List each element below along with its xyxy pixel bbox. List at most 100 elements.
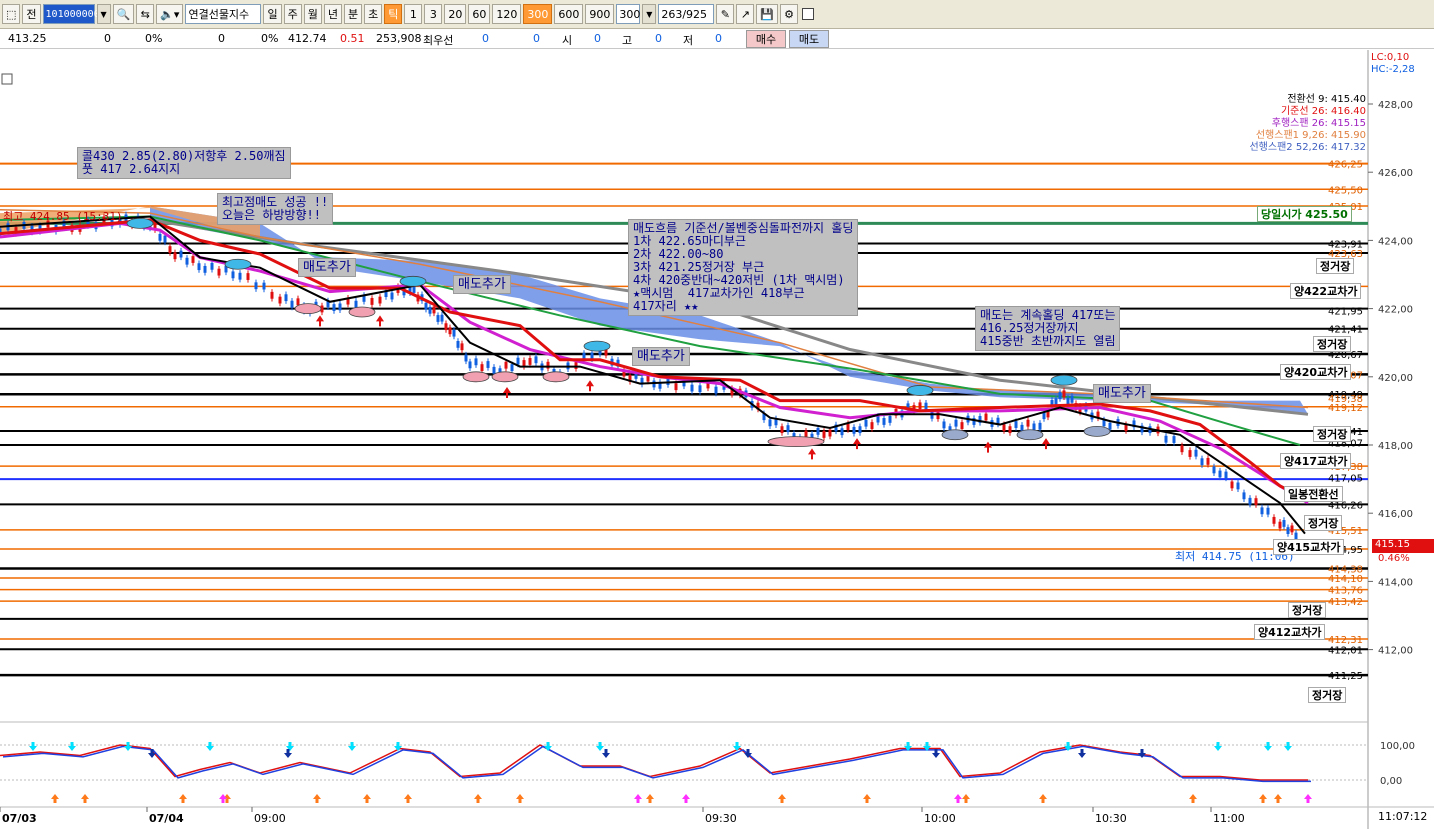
price-axis-label: 412,00: [1378, 646, 1413, 657]
code-input[interactable]: 101000000: [42, 4, 100, 24]
period-second[interactable]: 초: [364, 4, 383, 24]
v1-value: 0: [104, 32, 111, 45]
signal-ellipse: [491, 371, 519, 383]
candle-body: [828, 429, 832, 437]
candle-body: [954, 419, 958, 427]
candle-body: [338, 303, 342, 311]
candle-body: [436, 315, 440, 322]
osc-axis-label: 0,00: [1380, 776, 1402, 787]
legend-leading2: 선행스팬2 52,26: 417.32: [1249, 142, 1366, 153]
osc-up-arrow-icon: [179, 794, 187, 803]
level-value-label: 419,12: [1328, 403, 1363, 414]
candle-body: [930, 411, 934, 419]
up-arrow-icon: [1042, 438, 1050, 450]
candle-body: [1038, 422, 1042, 430]
osc-down-arrow-icon: [1214, 742, 1222, 751]
toolbar: ⬚ 전 101000000 ▼ 🔍 ⇆ 🔈▾ 연결선물지수 일 주 월 년 분 …: [0, 0, 1434, 29]
candle-body: [158, 233, 162, 241]
osc-up-arrow-icon: [954, 794, 962, 803]
code-dropdown-icon[interactable]: ▼: [96, 4, 111, 24]
signal-ellipse: [583, 340, 611, 352]
buy-button[interactable]: 매수: [746, 30, 786, 48]
period-day[interactable]: 일: [263, 4, 282, 24]
link-icon[interactable]: ⇆: [136, 4, 155, 24]
interval-3[interactable]: 3: [424, 4, 443, 24]
price-axis-label: 418,00: [1378, 441, 1413, 452]
period-year[interactable]: 년: [323, 4, 342, 24]
candle-body: [296, 298, 300, 306]
search-icon[interactable]: 🔍: [112, 4, 135, 24]
signal-ellipse: [399, 275, 427, 287]
candle-body: [888, 416, 892, 423]
osc-sell-arrow-icon: [284, 749, 292, 758]
candle-body: [1248, 497, 1252, 505]
osc-down-arrow-icon: [596, 742, 604, 751]
time-axis-label: 07/03: [2, 812, 37, 825]
candle-body: [504, 361, 508, 369]
candle-body: [534, 356, 538, 364]
price-axis-label: 416,00: [1378, 509, 1413, 520]
low-label: 저: [683, 34, 694, 47]
candle-body: [185, 257, 189, 265]
station-label-5: 정거장: [1288, 602, 1327, 618]
candle-body: [1212, 466, 1216, 474]
chart-area[interactable]: 428,00 426,00 424,00 422,00 420,00 418,00 416,…: [0, 50, 1434, 829]
tools-icon[interactable]: ✎: [716, 4, 735, 24]
osc-up-arrow-icon: [404, 794, 412, 803]
option-checkbox[interactable]: [802, 8, 815, 20]
daily-conversion-label: 일봉전환선: [1284, 486, 1343, 502]
price-axis-label: 424,00: [1378, 236, 1413, 247]
osc-up-arrow-icon: [682, 794, 690, 803]
interval-600[interactable]: 600: [554, 4, 584, 24]
level-value-label: 411,25: [1328, 671, 1363, 682]
interval-20[interactable]: 20: [444, 4, 467, 24]
price-axis-label: 420,00: [1378, 373, 1413, 384]
candle-body: [460, 343, 464, 351]
up-arrow-icon: [316, 315, 324, 327]
interval-dropdown-icon[interactable]: ▼: [642, 4, 657, 24]
interval-1[interactable]: 1: [404, 4, 423, 24]
annotation-top-sell: 최고점매도 성공 !! 오늘은 하방방향!!: [217, 193, 334, 225]
base-value: 412.74: [288, 32, 327, 45]
trend-icon[interactable]: ↗: [736, 4, 755, 24]
station-label-3: 정거장: [1313, 426, 1352, 442]
candle-body: [474, 358, 478, 366]
candle-body: [1002, 424, 1006, 432]
high-label: 고: [622, 34, 633, 47]
sound-icon[interactable]: 🔈▾: [156, 4, 184, 24]
cross-420-label: 양420교차가: [1280, 364, 1352, 380]
candle-body: [432, 306, 436, 314]
interval-120[interactable]: 120: [492, 4, 522, 24]
period-tick[interactable]: 틱: [384, 4, 403, 24]
candle-body: [1266, 507, 1270, 515]
page-counter: 263/925: [658, 4, 715, 24]
candle-body: [1272, 516, 1276, 524]
osc-down-arrow-icon: [733, 742, 741, 751]
period-week[interactable]: 주: [283, 4, 302, 24]
station-label-1: 정거장: [1316, 258, 1355, 274]
candle-body: [1206, 457, 1210, 465]
interval-900[interactable]: 900: [585, 4, 615, 24]
interval-300[interactable]: 300: [523, 4, 553, 24]
interval-input[interactable]: 300: [616, 4, 641, 24]
period-minute[interactable]: 분: [343, 4, 363, 24]
candle-body: [698, 385, 702, 393]
osc-down-arrow-icon: [124, 742, 132, 751]
prev-button[interactable]: 전: [22, 4, 41, 24]
up-arrow-icon: [984, 441, 992, 453]
settings-icon[interactable]: ⚙: [780, 4, 799, 24]
chart-type-icon[interactable]: ⬚: [2, 4, 21, 24]
candle-body: [1200, 458, 1204, 466]
level-value-label: 425,50: [1328, 185, 1363, 196]
osc-down-arrow-icon: [206, 742, 214, 751]
interval-60[interactable]: 60: [468, 4, 491, 24]
sell-button[interactable]: 매도: [789, 30, 829, 48]
candle-body: [1062, 390, 1066, 398]
volume-value: 253,908: [376, 32, 422, 45]
candle-body: [203, 265, 207, 273]
save-icon[interactable]: 💾: [756, 4, 779, 24]
period-month[interactable]: 월: [303, 4, 322, 24]
candle-body: [816, 427, 820, 435]
low-value: 0: [715, 32, 722, 45]
p2-value: 0%: [261, 32, 279, 45]
